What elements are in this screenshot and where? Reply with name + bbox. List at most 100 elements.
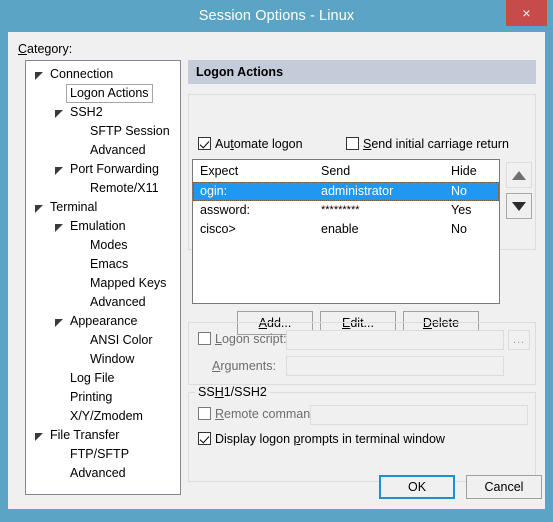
tree-expander-icon[interactable] <box>34 432 43 441</box>
sidebar-item-advanced[interactable]: Advanced <box>26 141 180 160</box>
triangle-up-icon <box>512 171 526 180</box>
sidebar-item-label: Remote/X11 <box>90 181 159 195</box>
logon-actions-list[interactable]: Expect Send Hide ogin: administrator No ass… <box>192 159 500 304</box>
remote-command-checkbox[interactable]: Remote command: <box>198 407 321 421</box>
sidebar-item-label: Modes <box>90 238 128 252</box>
sidebar-item-label: Emacs <box>90 257 129 271</box>
sidebar-item-ftp-sftp[interactable]: FTP/SFTP <box>26 445 180 464</box>
sidebar-item-logon-actions[interactable]: Logon Actions <box>26 84 180 103</box>
close-icon[interactable]: × <box>506 0 547 26</box>
browse-ellipsis-label: ... <box>512 333 526 346</box>
checkbox-box <box>346 137 359 150</box>
automate-logon-checkbox[interactable]: Automate logon <box>198 137 303 151</box>
tree-expander-icon[interactable] <box>54 166 63 175</box>
logon-script-label: Logon script: <box>215 332 287 346</box>
column-header-send[interactable]: Send <box>321 160 350 182</box>
logon-script-checkbox[interactable]: Logon script: <box>198 332 287 346</box>
tree-expander-icon[interactable] <box>54 223 63 232</box>
remote-command-input[interactable] <box>310 405 528 425</box>
table-header-row: Expect Send Hide <box>193 160 499 182</box>
sidebar-item-x-y-zmodem[interactable]: X/Y/Zmodem <box>26 407 180 426</box>
checkbox-box <box>198 332 211 345</box>
cell-send: ********* <box>321 204 360 216</box>
sidebar-item-terminal[interactable]: Terminal <box>26 198 180 217</box>
sidebar-item-mapped-keys[interactable]: Mapped Keys <box>26 274 180 293</box>
column-header-expect[interactable]: Expect <box>200 160 238 182</box>
send-initial-cr-checkbox[interactable]: Send initial carriage return <box>346 137 509 151</box>
triangle-down-icon <box>512 202 526 211</box>
remote-command-label: Remote command: <box>215 407 321 421</box>
sidebar-item-emacs[interactable]: Emacs <box>26 255 180 274</box>
sidebar-item-printing[interactable]: Printing <box>26 388 180 407</box>
sidebar-item-advanced[interactable]: Advanced <box>26 293 180 312</box>
table-row[interactable]: assword: ********* Yes <box>193 201 499 220</box>
sidebar-item-label: Advanced <box>70 466 126 480</box>
tree-expander-icon[interactable] <box>34 204 43 213</box>
cell-hide: No <box>451 222 467 236</box>
cell-expect: assword: <box>200 203 251 217</box>
logon-script-input[interactable] <box>286 330 504 350</box>
sidebar-item-label: Port Forwarding <box>70 162 159 176</box>
category-label: Category: <box>18 42 73 56</box>
cell-send: enable <box>321 222 359 236</box>
sidebar-item-label: Advanced <box>90 295 146 309</box>
cell-hide: No <box>451 184 467 198</box>
sidebar-item-label: ANSI Color <box>90 333 153 347</box>
checkbox-box <box>198 407 211 420</box>
sidebar-item-window[interactable]: Window <box>26 350 180 369</box>
category-tree[interactable]: Connection Logon Actions SSH2 SFTP Session A… <box>25 60 181 495</box>
column-header-hide[interactable]: Hide <box>451 160 477 182</box>
ok-button[interactable]: OK <box>379 475 455 499</box>
ok-button-label: OK <box>407 479 427 494</box>
cell-expect: ogin: <box>200 184 228 198</box>
page-title: Logon Actions <box>188 60 536 84</box>
table-row[interactable]: cisco> enable No <box>193 220 499 239</box>
tree-expander-icon[interactable] <box>34 71 43 80</box>
move-up-button[interactable] <box>506 162 532 188</box>
cancel-button-label: Cancel <box>484 479 524 494</box>
sidebar-item-ssh2[interactable]: SSH2 <box>26 103 180 122</box>
display-prompts-checkbox[interactable]: Display logon prompts in terminal window <box>198 432 445 446</box>
automate-logon-label: Automate logon <box>215 137 303 151</box>
window-title: Session Options - Linux <box>198 8 355 24</box>
sidebar-item-label: Emulation <box>70 219 126 233</box>
tree-expander-icon[interactable] <box>54 318 63 327</box>
cell-expect: cisco> <box>200 222 236 236</box>
title-bar: Session Options - Linux × <box>0 0 553 32</box>
sidebar-item-label: SSH2 <box>70 105 103 119</box>
sidebar-item-connection[interactable]: Connection <box>26 65 180 84</box>
table-row[interactable]: ogin: administrator No <box>193 182 499 201</box>
sidebar-item-label: Logon Actions <box>66 84 153 103</box>
sidebar-item-label: Log File <box>70 371 115 385</box>
move-down-button[interactable] <box>506 193 532 219</box>
logon-script-browse-button[interactable]: ... <box>508 330 530 350</box>
checkbox-box <box>198 432 211 445</box>
arguments-label: Arguments: <box>212 359 276 373</box>
sidebar-item-label: Connection <box>50 67 114 81</box>
sidebar-item-label: File Transfer <box>50 428 120 442</box>
cell-send: administrator <box>321 184 394 198</box>
sidebar-item-modes[interactable]: Modes <box>26 236 180 255</box>
session-options-window: Session Options - Linux × Category: Conn… <box>0 0 553 522</box>
sidebar-item-emulation[interactable]: Emulation <box>26 217 180 236</box>
sidebar-item-advanced[interactable]: Advanced <box>26 464 180 483</box>
ssh-group-title: SSH1/SSH2 <box>195 385 270 399</box>
sidebar-item-log-file[interactable]: Log File <box>26 369 180 388</box>
tree-expander-icon[interactable] <box>54 109 63 118</box>
arguments-input[interactable] <box>286 356 504 376</box>
sidebar-item-sftp-session[interactable]: SFTP Session <box>26 122 180 141</box>
sidebar-item-ansi-color[interactable]: ANSI Color <box>26 331 180 350</box>
dialog-client-area: Category: Connection Logon Actions SSH2 SFT… <box>8 32 545 509</box>
sidebar-item-label: X/Y/Zmodem <box>70 409 143 423</box>
sidebar-item-label: Appearance <box>70 314 138 328</box>
checkbox-box <box>198 137 211 150</box>
sidebar-item-appearance[interactable]: Appearance <box>26 312 180 331</box>
sidebar-item-label: Advanced <box>90 143 146 157</box>
sidebar-item-port-forwarding[interactable]: Port Forwarding <box>26 160 180 179</box>
cell-hide: Yes <box>451 203 472 217</box>
settings-pane: Logon Actions <box>188 60 536 84</box>
cancel-button[interactable]: Cancel <box>466 475 542 499</box>
sidebar-item-file-transfer[interactable]: File Transfer <box>26 426 180 445</box>
sidebar-item-remote-x11[interactable]: Remote/X11 <box>26 179 180 198</box>
sidebar-item-label: Printing <box>70 390 113 404</box>
